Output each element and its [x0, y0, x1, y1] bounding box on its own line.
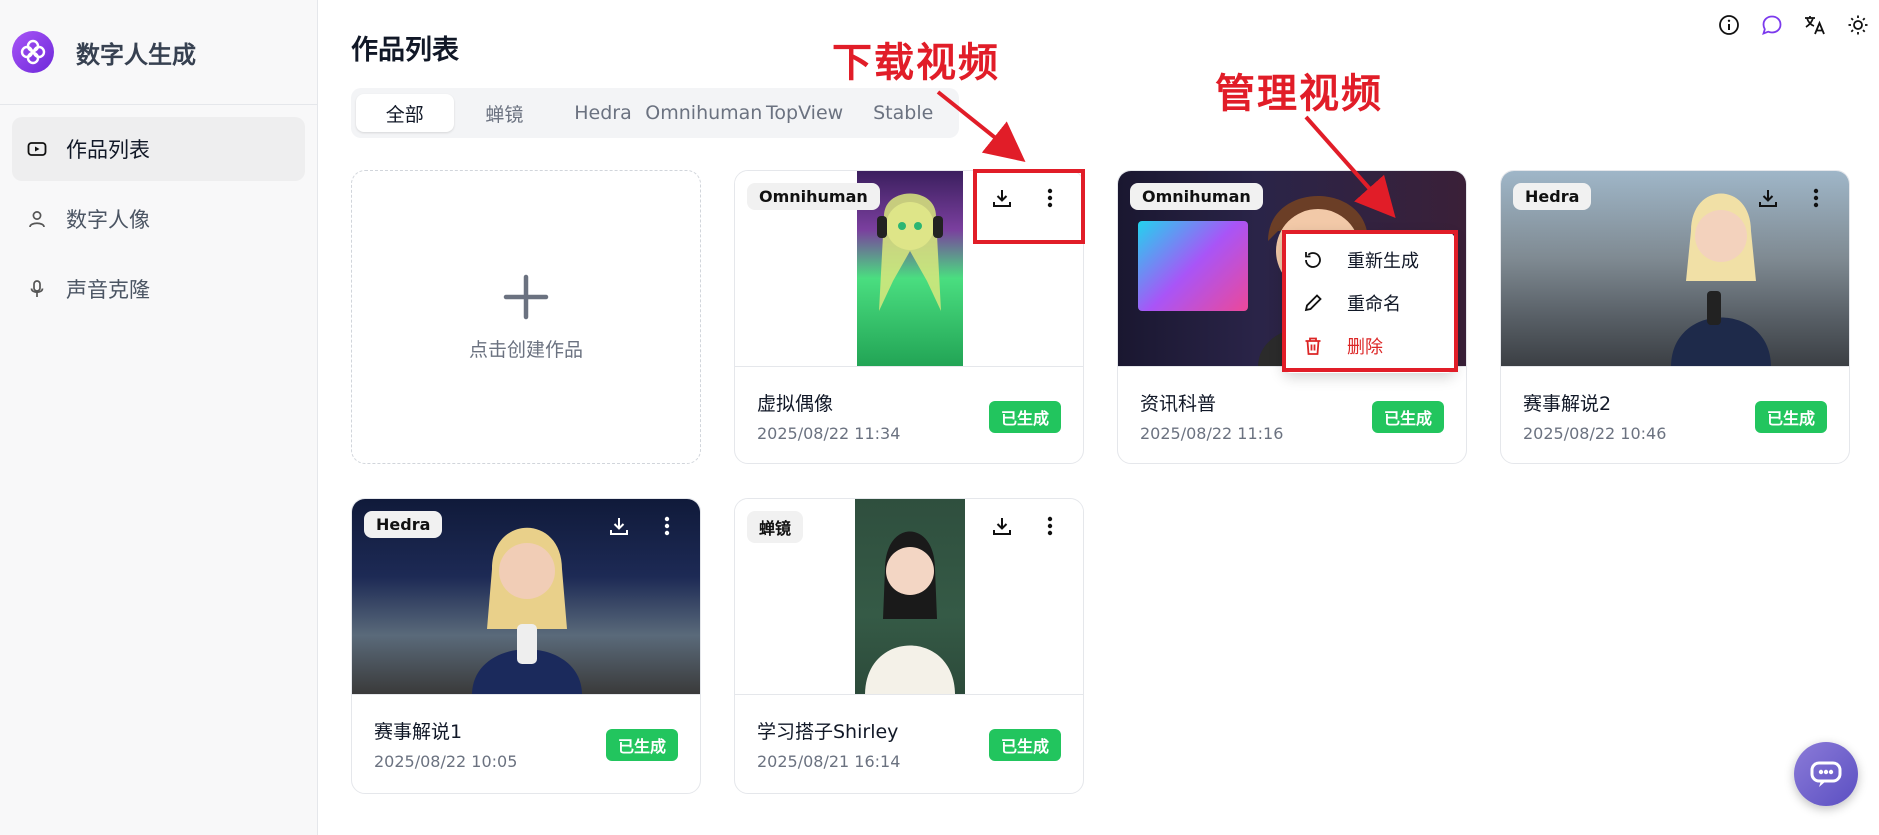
tab-stable[interactable]: Stable [852, 94, 954, 132]
download-icon[interactable] [604, 511, 634, 541]
plus-icon [503, 274, 549, 319]
sidebar-item-works[interactable]: 作品列表 [12, 117, 305, 181]
create-work-card[interactable]: 点击创建作品 [351, 170, 701, 464]
sun-icon[interactable] [1836, 10, 1879, 40]
sidebar-item-avatars[interactable]: 数字人像 [12, 187, 305, 251]
video-thumbnail[interactable]: Hedra [352, 499, 700, 695]
card-body: 学习搭子Shirley 2025/08/21 16:14 已生成 [735, 695, 1083, 791]
status-badge: 已生成 [1371, 401, 1444, 433]
download-icon[interactable] [1753, 183, 1783, 213]
sidebar: 数字人生成 作品列表 数字人像 声音克隆 [0, 0, 318, 835]
tab-omnihuman[interactable]: Omnihuman [645, 94, 762, 132]
tab-topview[interactable]: TopView [757, 94, 853, 132]
sidebar-item-label: 数字人像 [66, 208, 150, 232]
status-badge: 已生成 [988, 729, 1061, 761]
video-icon [26, 138, 48, 160]
more-vertical-icon[interactable] [1801, 183, 1831, 213]
sidebar-item-label: 声音克隆 [66, 278, 150, 302]
filter-tabs: 全部 蝉镜 Hedra Omnihuman TopView Stable [351, 88, 959, 138]
model-tag: Omnihuman [747, 183, 880, 210]
more-vertical-icon[interactable] [1035, 511, 1065, 541]
page-title: 作品列表 [351, 35, 459, 66]
video-thumbnail[interactable]: 蝉镜 [735, 499, 1083, 695]
sidebar-item-voice-clone[interactable]: 声音克隆 [12, 257, 305, 321]
tab-chanjing[interactable]: 蝉镜 [454, 94, 556, 132]
download-annotation-box [973, 169, 1085, 244]
brand: 数字人生成 [0, 0, 317, 105]
model-tag: Omnihuman [1130, 183, 1263, 210]
work-card[interactable]: Hedra 赛事解说2 2025/08/22 10:46 已生成 [1500, 170, 1850, 464]
student-girl-image [855, 499, 965, 694]
work-card[interactable]: Hedra 赛事解说1 2025/08/22 10:05 已生成 [351, 498, 701, 794]
manage-annotation-text: 管理视频 [1215, 71, 1383, 117]
info-icon[interactable] [1707, 10, 1750, 40]
card-body: 虚拟偶像 2025/08/22 11:34 已生成 [735, 367, 1083, 463]
user-icon [26, 208, 48, 230]
status-badge: 已生成 [988, 401, 1061, 433]
model-tag: Hedra [364, 511, 443, 538]
work-card[interactable]: 蝉镜 学习搭子Shirley 2025/08/21 16:14 已生成 [734, 498, 1084, 794]
more-vertical-icon[interactable] [652, 511, 682, 541]
manage-annotation-box [1282, 230, 1458, 372]
app-logo-icon [12, 31, 54, 73]
top-toolbar [1707, 10, 1879, 40]
download-annotation-text: 下载视频 [832, 40, 1000, 86]
microphone-icon [26, 278, 48, 300]
card-body: 赛事解说1 2025/08/22 10:05 已生成 [352, 695, 700, 791]
download-icon[interactable] [987, 511, 1017, 541]
sidebar-item-label: 作品列表 [66, 138, 150, 162]
chat-robot-icon [1810, 761, 1842, 787]
video-thumbnail[interactable]: Hedra [1501, 171, 1849, 367]
model-tag: 蝉镜 [747, 511, 804, 543]
sidebar-nav: 作品列表 数字人像 声音克隆 [0, 105, 317, 339]
model-tag: Hedra [1513, 183, 1592, 210]
status-badge: 已生成 [1754, 401, 1827, 433]
card-body: 赛事解说2 2025/08/22 10:46 已生成 [1501, 367, 1849, 463]
tab-hedra[interactable]: Hedra [555, 94, 651, 132]
monitor-image [1138, 221, 1248, 311]
reporter-woman-image [457, 499, 597, 694]
card-body: 资讯科普 2025/08/22 11:16 已生成 [1118, 367, 1466, 463]
app-title: 数字人生成 [76, 40, 196, 69]
status-badge: 已生成 [605, 729, 678, 761]
chat-assistant-button[interactable] [1794, 742, 1858, 806]
chat-bubble-icon[interactable] [1750, 10, 1793, 40]
translate-icon[interactable] [1793, 10, 1836, 40]
create-work-label: 点击创建作品 [468, 338, 583, 361]
tab-all[interactable]: 全部 [356, 94, 454, 132]
